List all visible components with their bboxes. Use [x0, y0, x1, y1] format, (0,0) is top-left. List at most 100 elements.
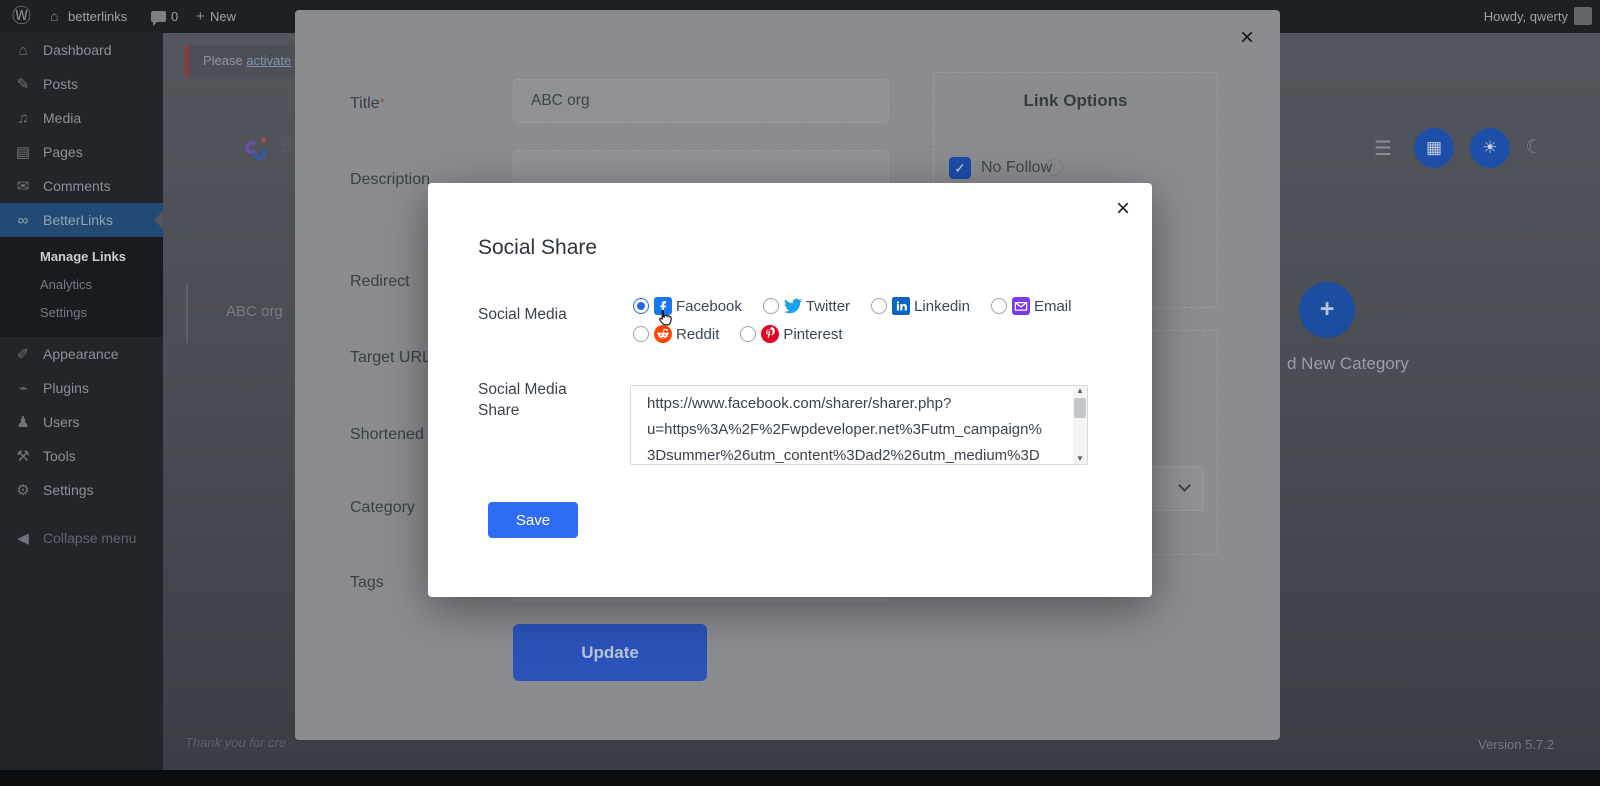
users-icon: ♟ — [12, 406, 34, 440]
sidebar-item-users[interactable]: ♟ Users — [0, 405, 163, 439]
home-icon[interactable]: ⌂ — [50, 0, 58, 33]
info-icon[interactable]: i — [1046, 159, 1063, 176]
twitter-icon — [784, 297, 802, 315]
scroll-up-icon[interactable]: ▲ — [1073, 386, 1087, 396]
social-media-options: Facebook Twitter Linkedin Email Reddit Pinter… — [633, 297, 1103, 353]
dashboard-icon: ⌂ — [12, 34, 34, 68]
category-label: Category — [350, 499, 415, 517]
betterlinks-submenu: Manage LinksAnalyticsSettings — [0, 237, 163, 337]
sidebar-item-media[interactable]: ♫ Media — [0, 101, 163, 135]
sidebar-item-appearance[interactable]: ✐Appearance — [0, 337, 163, 371]
media-icon: ♫ — [12, 102, 34, 136]
twitter-radio[interactable] — [763, 298, 779, 314]
new-menu-item[interactable]: New — [210, 0, 236, 33]
sidebar-menu-top: ⌂ Dashboard ✎Posts♫ Media ▤Pages✉ Comments ∞Be… — [0, 33, 163, 237]
sidebar-item-pages[interactable]: ▤Pages — [0, 135, 163, 169]
sidebar-item-plugins[interactable]: ⌁Plugins — [0, 371, 163, 405]
scrollbar-thumb[interactable] — [1074, 398, 1086, 418]
pinterest-radio[interactable] — [740, 326, 756, 342]
share-modal-close-icon[interactable]: × — [1116, 197, 1130, 221]
dark-mode-icon[interactable]: ☾ — [1520, 134, 1548, 162]
notice-text: Please — [203, 53, 246, 68]
site-name-link[interactable]: betterlinks — [68, 0, 127, 33]
sidebar-item-label: Comments — [43, 178, 111, 194]
sidebar-item-label: Tools — [43, 448, 76, 464]
save-button[interactable]: Save — [488, 502, 578, 538]
comments-count: 0 — [171, 0, 178, 33]
facebook-radio[interactable] — [633, 298, 649, 314]
social-options-row-1: Facebook Twitter Linkedin Email — [633, 297, 1103, 315]
sidebar-item-label: Users — [43, 414, 80, 430]
description-label: Description — [350, 171, 430, 189]
email-radio[interactable] — [991, 298, 1007, 314]
social-option-twitter[interactable]: Twitter — [763, 297, 850, 315]
linkedin-icon — [892, 297, 910, 315]
sidebar-item-label: Dashboard — [43, 42, 112, 58]
email-icon — [1012, 297, 1030, 315]
plus-icon[interactable]: + — [196, 0, 205, 33]
sidebar-menu-bottom: ✐Appearance⌁Plugins♟ Users ⚒ Tools ⚙ Settings — [0, 337, 163, 507]
submenu-item-analytics[interactable]: Analytics — [0, 271, 163, 299]
social-option-label: Twitter — [806, 298, 850, 315]
social-option-label: Linkedin — [914, 298, 970, 315]
social-options-row-2: Reddit Pinterest — [633, 325, 1103, 343]
social-media-share-label: Social Media Share — [478, 379, 598, 421]
sidebar-item-comments[interactable]: ✉ Comments — [0, 169, 163, 203]
howdy-user-link[interactable]: Howdy, qwerty — [1484, 0, 1568, 33]
social-option-email[interactable]: Email — [991, 297, 1072, 315]
tags-label: Tags — [350, 574, 384, 592]
title-input[interactable]: ABC org — [513, 79, 889, 123]
avatar[interactable] — [1574, 7, 1592, 25]
facebook-icon — [654, 297, 672, 315]
link-list-item-title: ABC org — [226, 303, 283, 320]
comments-bubble-icon[interactable] — [151, 11, 166, 22]
social-option-facebook[interactable]: Facebook — [633, 297, 742, 315]
sidebar-item-label: BetterLinks — [43, 212, 113, 228]
link-options-heading: Link Options — [934, 91, 1217, 111]
scroll-down-icon[interactable]: ▼ — [1073, 454, 1087, 464]
tools-icon: ⚒ — [12, 440, 34, 474]
appearance-icon: ✐ — [12, 338, 34, 372]
reddit-radio[interactable] — [633, 326, 649, 342]
update-button[interactable]: Update — [513, 624, 707, 681]
redirect-label: Redirect — [350, 273, 410, 291]
social-option-pinterest[interactable]: Pinterest — [740, 325, 842, 343]
sidebar-item-label: Posts — [43, 76, 78, 92]
pages-icon: ▤ — [12, 136, 34, 170]
sidebar-item-label: Settings — [43, 482, 94, 498]
link-list-item[interactable]: ABC org — [186, 283, 298, 343]
chevron-down-icon — [1178, 479, 1191, 492]
wordpress-logo-icon[interactable]: Ⓦ — [12, 0, 31, 33]
target-url-label: Target URL — [350, 349, 431, 367]
sidebar-item-betterlinks[interactable]: ∞BetterLinks — [0, 203, 163, 237]
linkedin-radio[interactable] — [871, 298, 887, 314]
pinterest-icon — [761, 325, 779, 343]
notice-activate-link[interactable]: activate — [246, 53, 291, 68]
sidebar-item-settings[interactable]: ⚙ Settings — [0, 473, 163, 507]
share-modal-title: Social Share — [478, 236, 597, 260]
sidebar-item-dashboard[interactable]: ⌂ Dashboard — [0, 33, 163, 67]
plugins-icon: ⌁ — [12, 372, 34, 406]
social-option-label: Email — [1034, 298, 1072, 315]
edit-modal-close-icon[interactable]: × — [1240, 26, 1254, 50]
social-option-reddit[interactable]: Reddit — [633, 325, 719, 343]
settings-icon: ⚙ — [12, 474, 34, 508]
share-url-textarea[interactable]: https://www.facebook.com/sharer/sharer.p… — [630, 385, 1088, 465]
sidebar-item-label: Collapse menu — [43, 530, 136, 546]
social-share-modal: × Social Share Social Media FacebookTwit… — [428, 183, 1152, 597]
sidebar-item-collapse-menu[interactable]: ◀Collapse menu — [0, 521, 163, 555]
reddit-icon — [654, 325, 672, 343]
submenu-item-settings[interactable]: Settings — [0, 299, 163, 327]
sidebar-item-tools[interactable]: ⚒ Tools — [0, 439, 163, 473]
grid-view-icon[interactable]: ▦ — [1414, 128, 1454, 168]
sidebar-item-label: Media — [43, 110, 81, 126]
no-follow-checkbox[interactable]: ✓ — [949, 157, 971, 179]
submenu-item-manage-links[interactable]: Manage Links — [0, 243, 163, 271]
social-option-linkedin[interactable]: Linkedin — [871, 297, 970, 315]
sidebar-item-posts[interactable]: ✎Posts — [0, 67, 163, 101]
title-label: Title* — [350, 95, 385, 113]
light-mode-icon[interactable]: ☀ — [1470, 128, 1510, 168]
list-view-icon[interactable]: ☰ — [1370, 136, 1396, 162]
footer-version-text: Version 5.7.2 — [1478, 737, 1554, 752]
comments-icon: ✉ — [12, 170, 34, 204]
